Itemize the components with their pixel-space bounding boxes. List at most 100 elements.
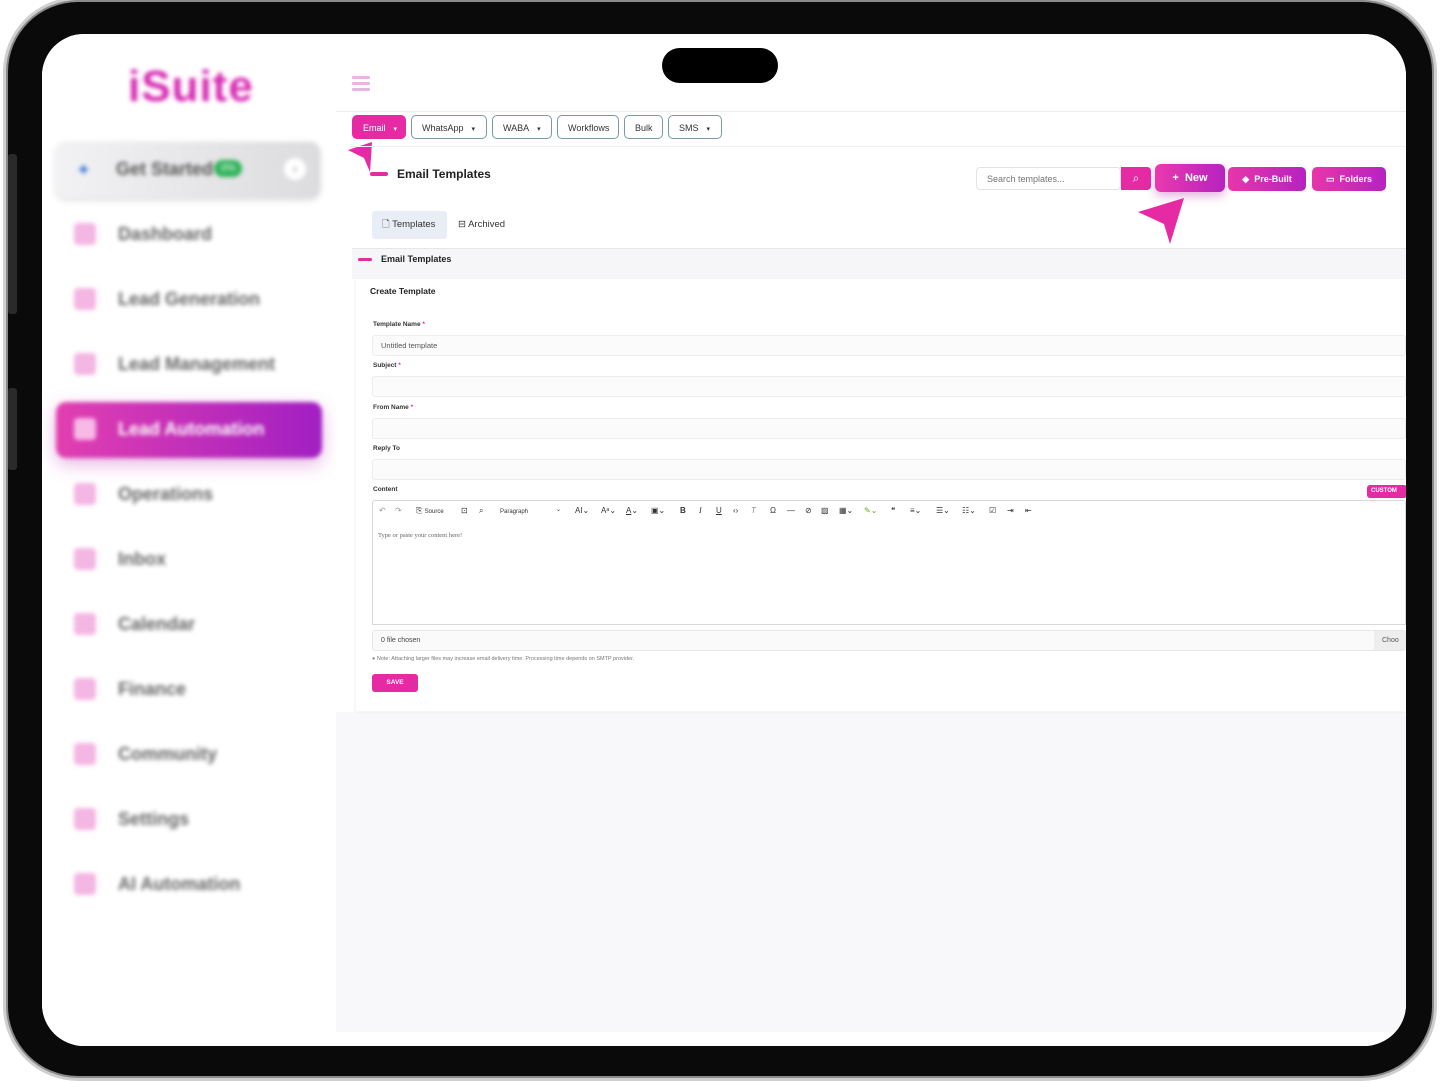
sidebar-item-label: Community	[118, 744, 217, 764]
find-replace-icon[interactable]: ⌕	[479, 506, 483, 516]
bold-icon[interactable]: B	[680, 506, 686, 515]
sidebar-item-label: Lead Automation	[118, 419, 265, 439]
sidebar-item-label: AI Automation	[118, 874, 241, 894]
special-character-icon[interactable]: Ω	[770, 506, 776, 515]
new-template-button[interactable]: + New	[1155, 164, 1225, 192]
reply-to-field[interactable]	[372, 459, 1406, 480]
paragraph-label: Paragraph	[500, 509, 529, 515]
menu-icon[interactable]	[352, 76, 370, 91]
font-family-icon[interactable]: Aᵃ⌄	[601, 506, 616, 515]
screen: iSuite ✦ Get Started 0% › Dashboard Lead…	[42, 34, 1406, 1046]
search-input[interactable]	[976, 167, 1121, 190]
tab-archived[interactable]: ⊟ Archived	[448, 211, 518, 239]
sidebar-item-label: Lead Management	[118, 354, 276, 374]
caret-down-icon: ▾	[706, 126, 711, 133]
code-icon[interactable]: ‹›	[733, 506, 738, 515]
folders-label: Folders	[1339, 174, 1373, 184]
cube-icon: ◆	[1242, 174, 1250, 184]
operations-icon	[74, 483, 96, 505]
italic-icon[interactable]: I	[699, 506, 702, 515]
indent-icon[interactable]: ⇥	[1007, 506, 1014, 515]
sidebar-item-ai-automation[interactable]: AI Automation	[56, 857, 322, 913]
divider	[336, 111, 1406, 112]
todo-list-icon[interactable]: ☑	[989, 506, 996, 515]
source-button[interactable]: ⎘ Source	[416, 506, 444, 516]
source-label: Source	[424, 509, 444, 515]
sidebar-item-lead-automation[interactable]: Lead Automation	[56, 402, 322, 458]
tab-whatsapp[interactable]: WhatsApp ▾	[411, 115, 487, 139]
align-icon[interactable]: ≡⌄	[910, 506, 921, 515]
app-logo[interactable]: iSuite	[128, 62, 254, 112]
underline-icon[interactable]: U	[716, 506, 722, 515]
folders-button[interactable]: ▭ Folders	[1312, 167, 1386, 191]
redo-icon[interactable]: ↷	[395, 506, 402, 515]
highlight-icon[interactable]: ✎⌄	[864, 506, 877, 515]
background-color-icon[interactable]: ▣⌄	[651, 506, 665, 515]
link-icon[interactable]: ⊘	[805, 506, 812, 515]
tab-label: Bulk	[635, 123, 653, 133]
calendar-icon	[74, 613, 96, 635]
image-icon[interactable]: ▨	[821, 506, 829, 515]
sidebar-item-settings[interactable]: Settings	[56, 792, 322, 848]
sidebar-item-dashboard[interactable]: Dashboard	[56, 207, 322, 263]
file-input[interactable]	[372, 630, 1406, 651]
tab-sms[interactable]: SMS ▾	[668, 115, 722, 139]
sidebar-item-finance[interactable]: Finance	[56, 662, 322, 718]
horizontal-line-icon[interactable]: —	[787, 506, 795, 515]
sidebar-item-label: Settings	[118, 809, 190, 829]
template-name-field[interactable]: Untitled template	[372, 335, 1406, 356]
sidebar-item-lead-management[interactable]: Lead Management	[56, 337, 322, 393]
bulleted-list-icon[interactable]: ☰⌄	[936, 506, 950, 515]
html-icon[interactable]: ⊡	[461, 506, 468, 515]
settings-icon	[74, 808, 96, 830]
archive-icon: ⊟	[458, 219, 466, 230]
font-color-icon[interactable]: A⌄	[626, 506, 638, 515]
sidebar-item-operations[interactable]: Operations	[56, 467, 322, 523]
section-header	[352, 249, 1406, 279]
arrow-right-icon[interactable]: ›	[284, 158, 306, 180]
camera-notch	[662, 48, 778, 83]
power-button	[8, 388, 17, 470]
caret-down-icon: ▾	[393, 126, 398, 133]
section-accent	[358, 258, 372, 261]
form-title: Create Template	[370, 286, 436, 296]
content-editor[interactable]	[372, 521, 1406, 625]
sidebar-item-label: Inbox	[118, 549, 166, 569]
sidebar-item-label: Operations	[118, 484, 214, 504]
megaphone-icon	[74, 873, 96, 895]
tab-bulk[interactable]: Bulk	[624, 115, 663, 139]
divider	[350, 146, 1406, 147]
plus-icon: +	[1172, 172, 1179, 184]
font-size-icon[interactable]: AI⌄	[575, 506, 589, 515]
search-button[interactable]: ⌕	[1121, 167, 1151, 190]
subject-label: Subject *	[373, 362, 401, 369]
prebuilt-button[interactable]: ◆ Pre-Built	[1228, 167, 1306, 191]
tab-templates[interactable]: 🗋 Templates	[372, 211, 447, 239]
remove-format-icon[interactable]: T	[751, 506, 756, 515]
sidebar-item-calendar[interactable]: Calendar	[56, 597, 322, 653]
tab-workflows[interactable]: Workflows	[557, 115, 619, 139]
paragraph-select[interactable]: Paragraph ⌄	[500, 506, 564, 515]
table-icon[interactable]: ▦⌄	[839, 506, 853, 515]
tab-label: Email	[363, 123, 386, 133]
from-name-field[interactable]	[372, 418, 1406, 439]
custom-button[interactable]: CUSTOM	[1367, 485, 1406, 498]
sidebar-item-label: Lead Generation	[118, 289, 261, 309]
numbered-list-icon[interactable]: ☷⌄	[962, 506, 976, 515]
sidebar-item-lead-generation[interactable]: Lead Generation	[56, 272, 322, 328]
content-label: Content	[373, 486, 398, 493]
sidebar-item-community[interactable]: Community	[56, 727, 322, 783]
undo-icon[interactable]: ↶	[379, 506, 386, 515]
choose-file-button[interactable]: Choo	[1374, 631, 1406, 650]
get-started-card[interactable]: ✦ Get Started 0% ›	[56, 142, 320, 198]
folder-icon: ▭	[1325, 174, 1335, 184]
outdent-icon[interactable]: ⇤	[1025, 506, 1032, 515]
search-icon: ⌕	[1132, 171, 1140, 185]
sidebar-item-inbox[interactable]: Inbox	[56, 532, 322, 588]
rocket-icon: ✦	[76, 160, 92, 180]
tab-email[interactable]: Email ▾	[352, 115, 406, 139]
blockquote-icon[interactable]: ❝	[891, 506, 895, 515]
subject-field[interactable]	[372, 376, 1406, 397]
save-button[interactable]: SAVE	[372, 674, 418, 692]
tab-waba[interactable]: WABA ▾	[492, 115, 552, 139]
